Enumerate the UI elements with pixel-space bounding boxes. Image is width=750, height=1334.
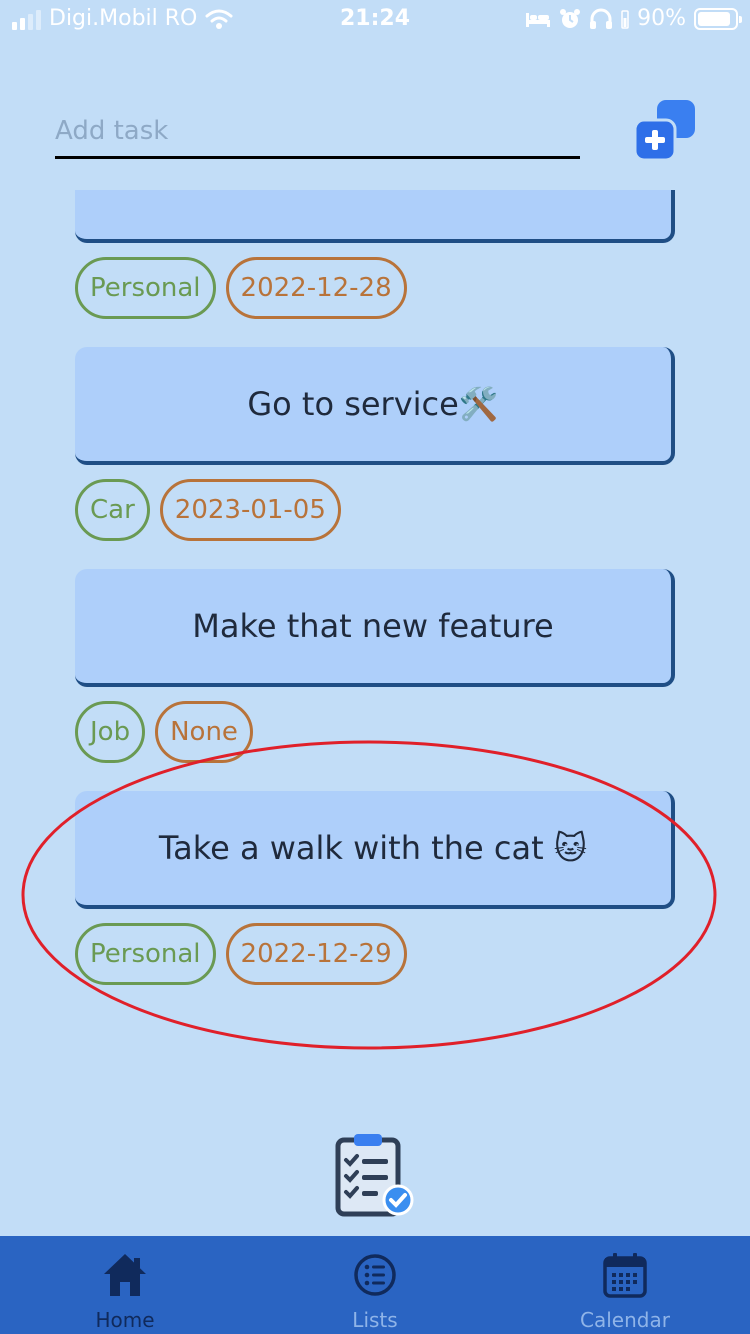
tab-lists[interactable]: Lists <box>250 1236 500 1334</box>
date-tag[interactable]: 2022-12-28 <box>225 257 407 319</box>
list-icon <box>354 1254 396 1296</box>
task-card[interactable] <box>75 190 675 243</box>
small-battery-icon <box>621 9 629 29</box>
calendar-icon <box>603 1253 647 1298</box>
add-task-icon <box>633 100 695 162</box>
status-bar: Digi.Mobil RO 21:24 90% <box>0 0 750 40</box>
tab-calendar[interactable]: Calendar <box>500 1236 750 1334</box>
home-icon <box>104 1254 146 1296</box>
date-tag[interactable]: 2022-12-29 <box>225 923 407 985</box>
tab-home[interactable]: Home <box>0 1236 250 1334</box>
battery-percent: 90% <box>637 6 686 31</box>
date-tag[interactable]: None <box>155 701 253 763</box>
tab-label: Home <box>95 1308 155 1332</box>
battery-icon <box>694 7 742 30</box>
status-right: 90% <box>525 6 742 31</box>
task-tags: Car 2023-01-05 <box>75 479 675 541</box>
clipboard-checklist-icon <box>335 1134 414 1217</box>
category-tag[interactable]: Personal <box>75 923 216 985</box>
headphones-icon <box>590 8 613 29</box>
tab-label: Lists <box>352 1308 398 1332</box>
date-tag[interactable]: 2023-01-05 <box>159 479 341 541</box>
task-tags: Job None <box>75 701 675 763</box>
task-card[interactable]: Go to service🛠️ <box>75 347 675 465</box>
tab-label: Calendar <box>580 1308 670 1332</box>
category-tag[interactable]: Personal <box>75 257 216 319</box>
task-card[interactable]: Take a walk with the cat 🐱 <box>75 791 675 909</box>
task-tags: Personal 2022-12-29 <box>75 923 675 985</box>
add-task-input[interactable] <box>55 105 580 159</box>
task-tags: Personal 2022-12-28 <box>75 257 675 319</box>
task-list[interactable]: Personal 2022-12-28 Go to service🛠️ Car … <box>0 190 750 1110</box>
category-tag[interactable]: Car <box>75 479 150 541</box>
category-tag[interactable]: Job <box>75 701 146 763</box>
bottom-nav: Home Lists Calendar <box>0 1236 750 1334</box>
alarm-icon <box>560 8 581 28</box>
add-task-button[interactable] <box>633 100 697 162</box>
task-card[interactable]: Make that new feature <box>75 569 675 687</box>
bed-icon <box>526 12 551 27</box>
